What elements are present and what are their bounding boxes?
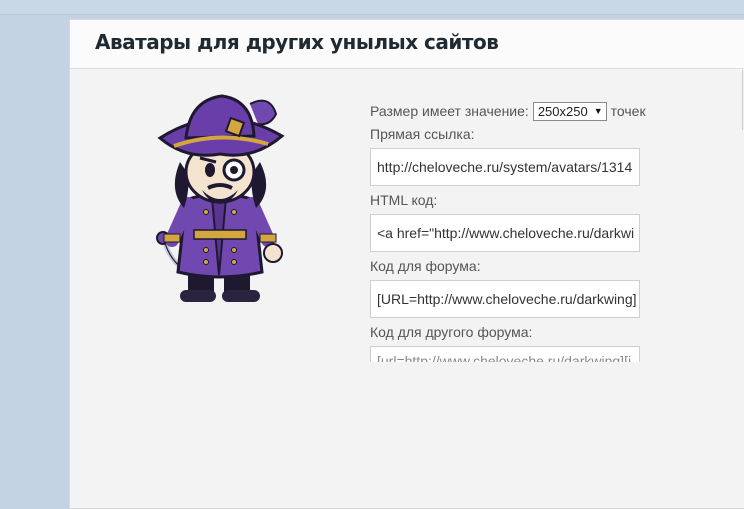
- other-forum-code-field[interactable]: [url=http://www.cheloveche.ru/darkwing][…: [370, 346, 640, 362]
- avatar-codes-form: Размер имеет значение: 250x250 ▼ точек П…: [370, 100, 660, 366]
- size-row: Размер имеет значение: 250x250 ▼ точек: [370, 100, 660, 122]
- forum-code-field[interactable]: [URL=http://www.cheloveche.ru/darkwing]: [370, 280, 640, 318]
- size-select-value: 250x250: [537, 103, 588, 119]
- html-code-label: HTML код:: [370, 192, 438, 208]
- avatar-panel: Аватары для других унылых сайтов Размер …: [69, 19, 744, 509]
- size-label: Размер имеет значение:: [370, 103, 529, 119]
- page-title: Аватары для других унылых сайтов: [95, 30, 499, 54]
- direct-link-label: Прямая ссылка:: [370, 126, 475, 142]
- size-select[interactable]: 250x250 ▼: [532, 101, 607, 121]
- dropdown-arrow-icon: ▼: [593, 106, 603, 116]
- pirate-avatar-image: [156, 94, 285, 302]
- other-forum-code-label: Код для другого форума:: [370, 324, 533, 340]
- browser-top-strip: [0, 0, 744, 15]
- html-code-field[interactable]: <a href="http://www.cheloveche.ru/darkwi: [370, 214, 640, 252]
- size-suffix: точек: [610, 103, 646, 119]
- direct-link-field[interactable]: http://cheloveche.ru/system/avatars/1314: [370, 148, 640, 186]
- forum-code-label: Код для форума:: [370, 258, 481, 274]
- panel-header: Аватары для других унылых сайтов: [70, 20, 744, 69]
